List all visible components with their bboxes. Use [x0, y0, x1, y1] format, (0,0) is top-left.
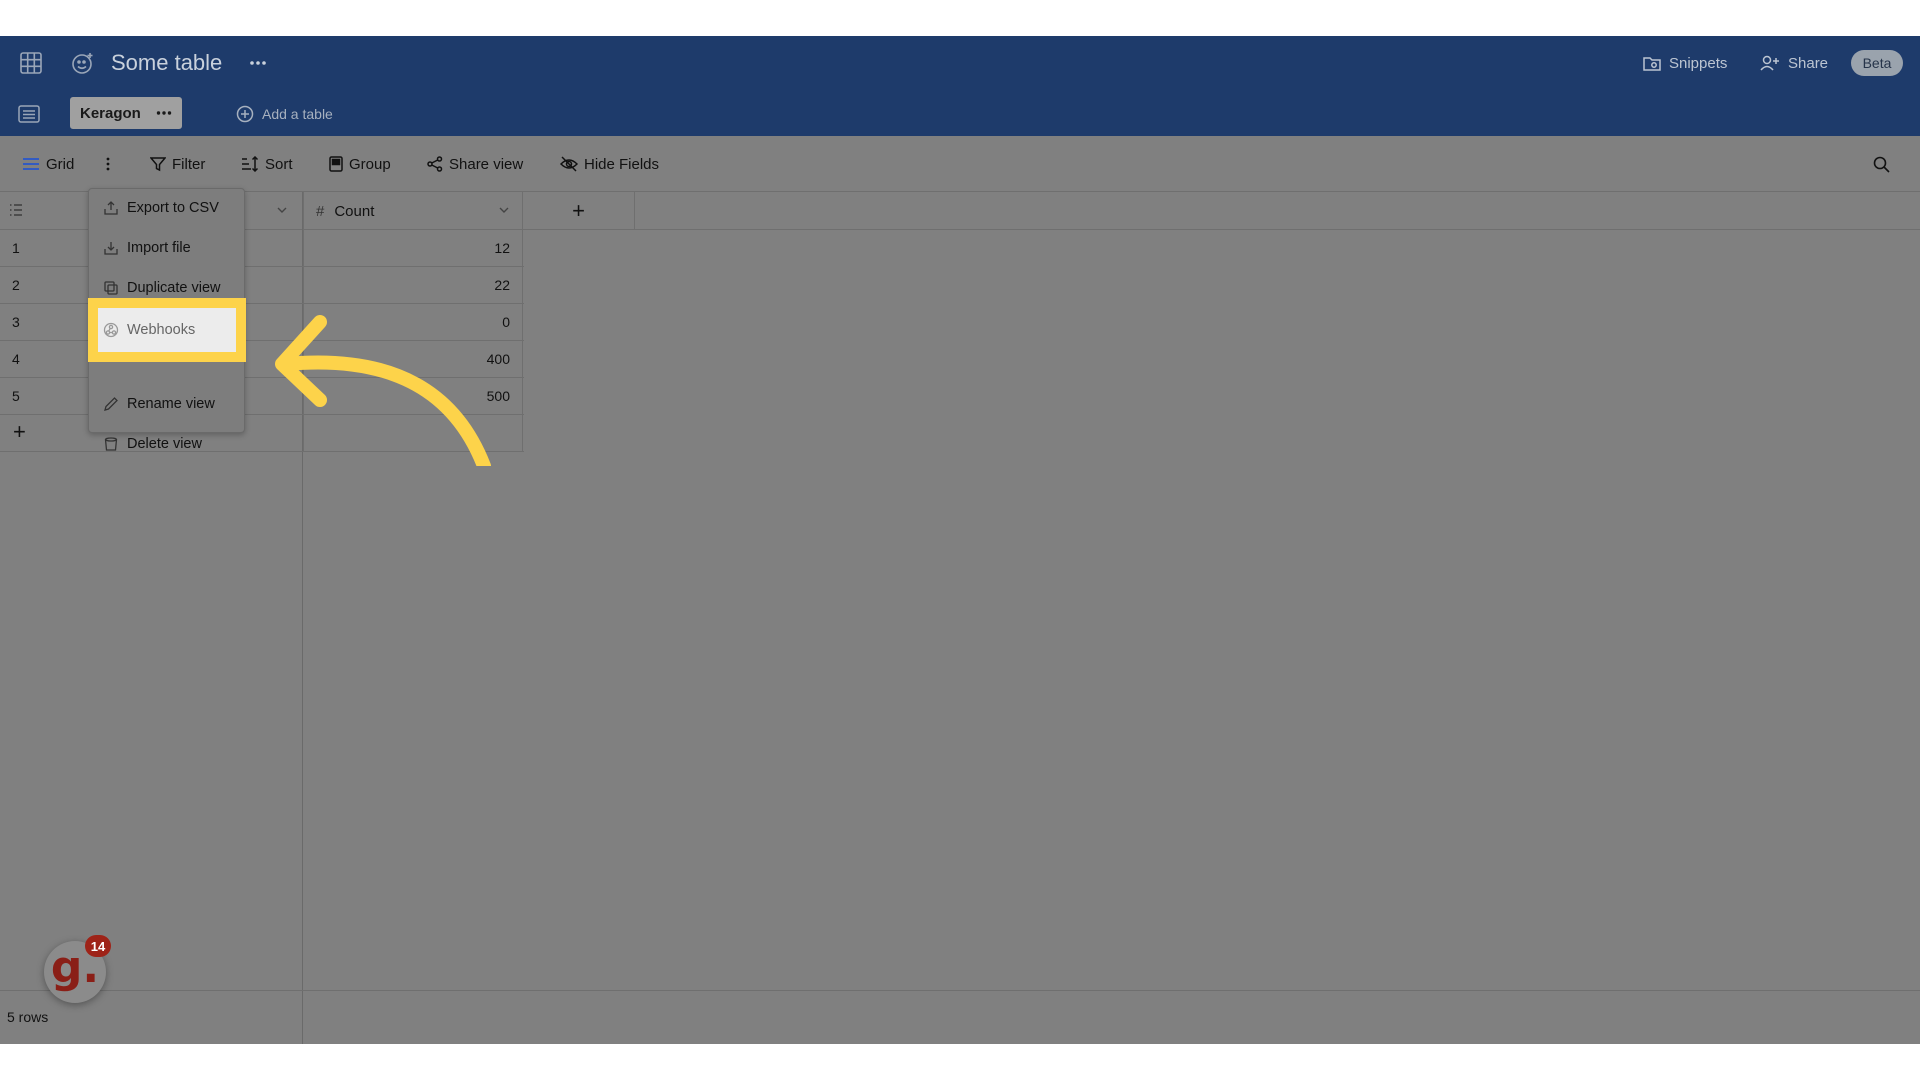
row-number: 4	[12, 351, 20, 367]
column-header-row: # Count +	[0, 192, 1920, 230]
search-button[interactable]	[1873, 150, 1890, 178]
sort-label: Sort	[265, 155, 293, 173]
page-title[interactable]: Some table	[111, 46, 222, 80]
copy-icon	[103, 280, 119, 296]
grid-view-button[interactable]: Grid	[22, 150, 74, 178]
search-icon	[1873, 156, 1890, 173]
guide-launcher-button[interactable]: g. 14	[44, 935, 111, 1003]
share-label: Share	[1788, 54, 1829, 72]
group-button[interactable]: Group	[329, 150, 391, 178]
menu-item-label: Delete view	[127, 436, 202, 452]
column-header-label: Count	[334, 202, 375, 220]
filter-icon	[150, 156, 166, 172]
count-cell[interactable]: 12	[303, 230, 523, 267]
hide-fields-label: Hide Fields	[584, 155, 660, 173]
menu-item-label: Export to CSV	[127, 200, 219, 216]
filter-button[interactable]: Filter	[150, 150, 205, 178]
highlight-box: Webhooks	[88, 298, 246, 362]
title-more-icon[interactable]	[247, 50, 269, 76]
chevron-down-icon[interactable]	[498, 204, 510, 216]
webhook-icon	[103, 322, 119, 338]
plus-circle-icon	[236, 105, 254, 123]
group-label: Group	[349, 155, 391, 173]
menu-item-label: Duplicate view	[127, 280, 221, 296]
menu-item-rename-view[interactable]: Rename view	[103, 389, 215, 419]
sort-button[interactable]: Sort	[241, 150, 293, 178]
view-toolbar: Grid Filter Sort Group Share view Hide F…	[0, 136, 1920, 192]
add-user-icon	[1760, 55, 1780, 71]
add-table-label: Add a table	[262, 106, 333, 122]
menu-item-delete-view[interactable]: Delete view	[103, 429, 202, 459]
menu-item-label: Webhooks	[127, 322, 196, 338]
pencil-icon	[103, 396, 119, 412]
app-frame: Some table Snippets Share Beta Keragon A…	[0, 36, 1920, 1044]
sort-icon	[241, 156, 259, 172]
snippets-button[interactable]: Snippets	[1643, 50, 1727, 76]
menu-item-webhooks[interactable]: Webhooks	[103, 315, 195, 345]
smiley-logo-icon	[70, 50, 96, 76]
row-number: 5	[12, 388, 20, 404]
hide-fields-button[interactable]: Hide Fields	[560, 150, 659, 178]
share-nodes-icon	[427, 156, 443, 172]
row-number: 3	[12, 314, 20, 330]
menu-item-label: Import file	[127, 240, 191, 256]
row-number-list-icon[interactable]	[9, 203, 23, 217]
snippets-label: Snippets	[1669, 54, 1728, 72]
trash-icon	[103, 436, 119, 452]
column-header-count[interactable]: # Count	[303, 192, 523, 230]
beta-badge: Beta	[1851, 50, 1903, 76]
apps-grid-icon[interactable]	[18, 50, 44, 76]
sidebar-toggle-icon[interactable]	[17, 102, 41, 126]
grid-label: Grid	[46, 155, 75, 173]
snippets-icon	[1643, 55, 1661, 71]
annotation-arrow-icon	[275, 315, 491, 466]
group-icon	[329, 156, 343, 172]
add-row-button[interactable]: +	[13, 419, 26, 445]
vertical-dots-icon	[106, 157, 110, 171]
download-icon	[103, 240, 119, 256]
eye-off-icon	[560, 156, 578, 172]
share-button[interactable]: Share	[1760, 50, 1828, 76]
row-count: 5 rows	[7, 1009, 49, 1025]
filter-label: Filter	[172, 155, 206, 173]
number-type-icon: #	[316, 202, 325, 220]
table-footer: 5 rows	[0, 990, 1920, 1044]
menu-item-label: Rename view	[127, 396, 215, 412]
add-column-button[interactable]: +	[523, 192, 635, 230]
row-number: 1	[12, 240, 20, 256]
row-number: 2	[12, 277, 20, 293]
table-tab-keragon[interactable]: Keragon	[70, 97, 182, 129]
table-tab-label: Keragon	[80, 104, 141, 122]
share-view-label: Share view	[449, 155, 524, 173]
chevron-down-icon[interactable]	[276, 204, 288, 216]
upload-icon	[103, 200, 119, 216]
add-table-button[interactable]: Add a table	[236, 100, 333, 128]
grid-lines-icon	[22, 157, 40, 171]
menu-item-import-file[interactable]: Import file	[103, 233, 191, 263]
menu-item-export-csv[interactable]: Export to CSV	[103, 193, 219, 223]
top-header: Some table Snippets Share Beta Keragon A…	[0, 36, 1920, 136]
table-row[interactable]: 1 12	[0, 230, 524, 267]
table-tab-more-icon[interactable]	[156, 110, 172, 116]
share-view-button[interactable]: Share view	[427, 150, 523, 178]
view-more-button[interactable]	[102, 150, 114, 178]
notification-count-badge: 14	[85, 935, 111, 957]
